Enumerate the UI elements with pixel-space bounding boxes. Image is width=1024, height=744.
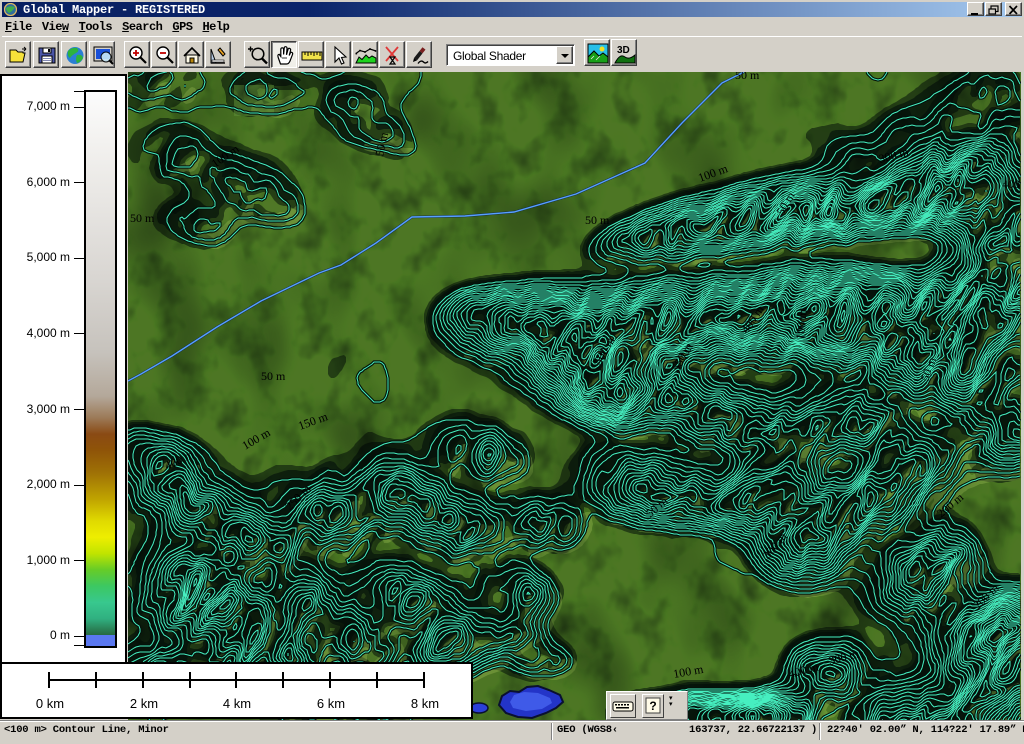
svg-text:?: ? [649, 699, 656, 713]
svg-text:400: 400 [1002, 177, 1020, 191]
svg-text:50 m: 50 m [261, 369, 286, 383]
svg-text:100 m: 100 m [793, 308, 810, 340]
svg-text:50 m: 50 m [735, 72, 760, 82]
svg-text:50 m: 50 m [130, 211, 155, 225]
svg-text:3D: 3D [617, 45, 630, 56]
svg-text:50 m: 50 m [585, 213, 610, 227]
